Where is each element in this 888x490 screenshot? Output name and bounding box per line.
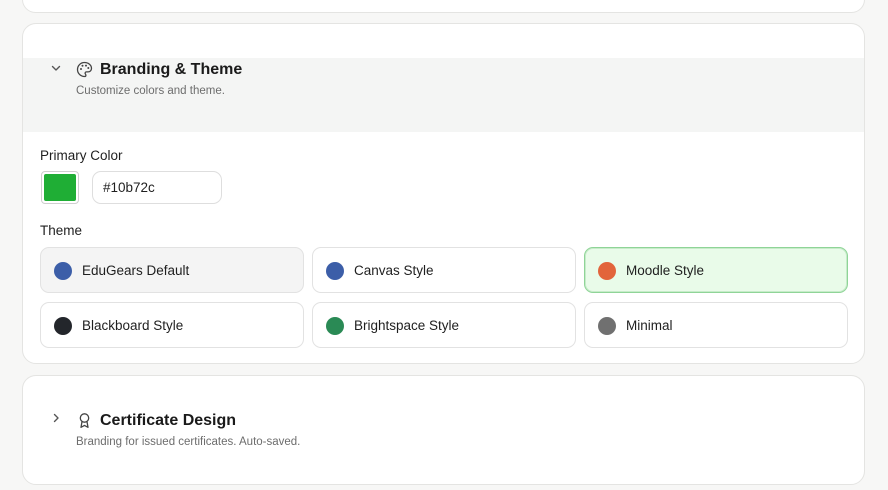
theme-color-dot <box>326 262 344 280</box>
certificate-design-section[interactable]: Certificate Design Branding for issued c… <box>22 375 865 485</box>
theme-option-edugears-default[interactable]: EduGears Default <box>40 247 304 293</box>
primary-color-swatch <box>44 174 76 201</box>
chevron-right-icon[interactable] <box>50 412 62 424</box>
theme-option-blackboard-style[interactable]: Blackboard Style <box>40 302 304 348</box>
theme-option-label: Canvas Style <box>354 263 434 278</box>
certificate-section-subtitle: Branding for issued certificates. Auto-s… <box>76 436 301 448</box>
theme-option-label: Minimal <box>626 318 673 333</box>
theme-label: Theme <box>40 223 83 238</box>
award-icon <box>76 412 93 429</box>
branding-section-subtitle: Customize colors and theme. <box>76 85 225 97</box>
theme-color-dot <box>598 262 616 280</box>
palette-icon <box>76 61 93 78</box>
theme-option-label: Moodle Style <box>626 263 705 278</box>
theme-color-dot <box>598 317 616 335</box>
theme-option-moodle-style[interactable]: Moodle Style <box>584 247 848 293</box>
theme-option-label: Blackboard Style <box>82 318 184 333</box>
chevron-down-icon[interactable] <box>50 62 62 74</box>
theme-option-canvas-style[interactable]: Canvas Style <box>312 247 576 293</box>
branding-section-title: Branding & Theme <box>100 61 243 78</box>
primary-color-label: Primary Color <box>40 148 123 163</box>
theme-option-label: EduGears Default <box>82 263 190 278</box>
branding-section-header[interactable]: Branding & Theme Customize colors and th… <box>23 58 864 132</box>
previous-section-card <box>22 0 865 13</box>
primary-color-picker[interactable] <box>41 171 79 204</box>
theme-color-dot <box>54 317 72 335</box>
theme-option-brightspace-style[interactable]: Brightspace Style <box>312 302 576 348</box>
primary-color-hex-input[interactable] <box>92 171 222 204</box>
branding-theme-section: Branding & Theme Customize colors and th… <box>22 23 865 364</box>
theme-color-dot <box>326 317 344 335</box>
certificate-section-title: Certificate Design <box>100 412 237 429</box>
theme-option-minimal[interactable]: Minimal <box>584 302 848 348</box>
theme-color-dot <box>54 262 72 280</box>
theme-option-label: Brightspace Style <box>354 318 460 333</box>
